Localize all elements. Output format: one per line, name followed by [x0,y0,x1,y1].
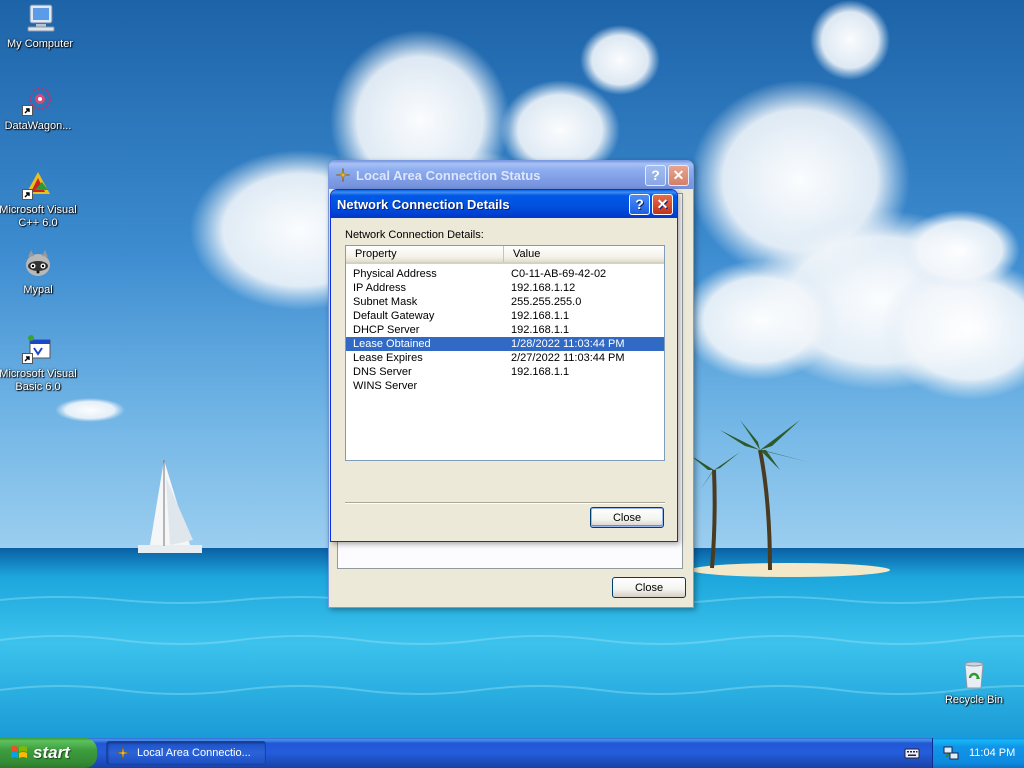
help-button[interactable]: ? [629,193,650,215]
network-tray-icon[interactable] [943,745,959,761]
desktop-icon-label: My Computer [6,38,74,50]
status-window-title: Local Area Connection Status [356,167,541,183]
desktop-icon-mypal[interactable]: Mypal [0,248,78,297]
window-close-button[interactable]: ✕ [652,193,673,215]
visual-basic-icon [22,332,54,364]
value-cell: 192.168.1.1 [511,366,570,378]
table-row[interactable]: Lease Expires 2/27/2022 11:03:44 PM [346,351,664,365]
property-cell: Lease Obtained [353,338,431,350]
column-header-property[interactable]: Property [346,246,504,262]
desktop-icon-datawagon[interactable]: DataWagon... [0,84,78,133]
help-button[interactable]: ? [645,164,666,186]
shortcut-arrow-icon [22,105,33,116]
clock[interactable]: 11:04 PM [969,747,1015,759]
property-cell: DNS Server [353,366,412,378]
start-button[interactable]: start [0,738,97,768]
details-label: Network Connection Details: [345,229,484,241]
shortcut-arrow-icon [22,353,33,364]
column-header-value[interactable]: Value [504,246,664,262]
property-cell: Default Gateway [353,310,435,322]
value-cell: C0-11-AB-69-42-02 [511,268,607,280]
table-row[interactable]: DHCP Server 192.168.1.1 [346,323,664,337]
start-label: start [33,743,70,762]
desktop-icon-label: Microsoft Visual C++ 6.0 [0,204,77,229]
desktop-icon-label: Recycle Bin [944,694,1004,706]
details-dialog-titlebar[interactable]: Network Connection Details ? ✕ [331,190,677,218]
datawagon-icon [22,84,54,116]
mypal-raccoon-icon [22,248,54,280]
status-window-titlebar[interactable]: Local Area Connection Status ? ✕ [329,161,693,189]
taskbar-item-local-area-connection[interactable]: Local Area Connectio... [106,741,266,765]
visual-cpp-icon [22,168,54,200]
network-connection-details-dialog[interactable]: Network Connection Details ? ✕ Network C… [330,189,678,542]
value-cell: 192.168.1.1 [511,324,570,336]
details-dialog-body: Network Connection Details: Property Val… [334,218,674,538]
property-cell: Subnet Mask [353,296,418,308]
table-row[interactable]: Physical Address C0-11-AB-69-42-02 [346,267,664,281]
value-cell: 1/28/2022 11:03:44 PM [511,338,625,350]
value-cell: 192.168.1.12 [511,282,576,294]
desktop-icon-label: Microsoft Visual Basic 6.0 [0,368,77,393]
desktop-icon-label: DataWagon... [4,120,72,132]
network-connection-icon [115,745,131,761]
computer-icon [24,2,56,34]
table-row[interactable]: Lease Obtained 1/28/2022 11:03:44 PM [346,337,664,351]
details-dialog-title: Network Connection Details [337,196,510,212]
value-cell: 255.255.255.0 [511,296,582,308]
separator [345,502,665,504]
table-row[interactable]: Default Gateway 192.168.1.1 [346,309,664,323]
windows-logo-icon [10,744,28,762]
value-cell: 2/27/2022 11:03:44 PM [511,352,625,364]
table-row[interactable]: IP Address 192.168.1.12 [346,281,664,295]
table-row[interactable]: DNS Server 192.168.1.1 [346,365,664,379]
keyboard-icon[interactable] [904,746,920,760]
property-cell: Lease Expires [353,352,423,364]
property-cell: DHCP Server [353,324,420,336]
status-close-button[interactable]: Close [612,577,686,598]
network-connection-icon [335,167,351,183]
property-cell: WINS Server [353,380,418,392]
details-close-button[interactable]: Close [590,507,664,528]
desktop-icon-my-computer[interactable]: My Computer [0,2,80,51]
table-row[interactable]: WINS Server [346,379,664,393]
list-header: Property Value [346,246,664,264]
window-close-button[interactable]: ✕ [668,164,689,186]
desktop-icon-label: Mypal [23,284,53,296]
taskbar-item-label: Local Area Connectio... [137,747,251,759]
details-list-view[interactable]: Property Value Physical Address C0-11-AB-… [345,245,665,461]
system-tray: 11:04 PM [932,738,1024,768]
table-row[interactable]: Subnet Mask 255.255.255.0 [346,295,664,309]
value-cell: 192.168.1.1 [511,310,570,322]
value-cell [504,379,664,393]
desktop-icon-visual-basic[interactable]: Microsoft Visual Basic 6.0 [0,332,78,394]
taskbar: start Local Area Connectio... 11:04 PM [0,738,1024,768]
recycle-bin-icon [958,658,990,690]
desktop-icon-recycle-bin[interactable]: Recycle Bin [934,658,1014,707]
property-cell: Physical Address [353,268,437,280]
desktop-icon-visual-cpp[interactable]: Microsoft Visual C++ 6.0 [0,168,78,230]
list-rows: Physical Address C0-11-AB-69-42-02 IP Addr… [346,267,664,393]
property-cell: IP Address [353,282,406,294]
shortcut-arrow-icon [22,189,33,200]
